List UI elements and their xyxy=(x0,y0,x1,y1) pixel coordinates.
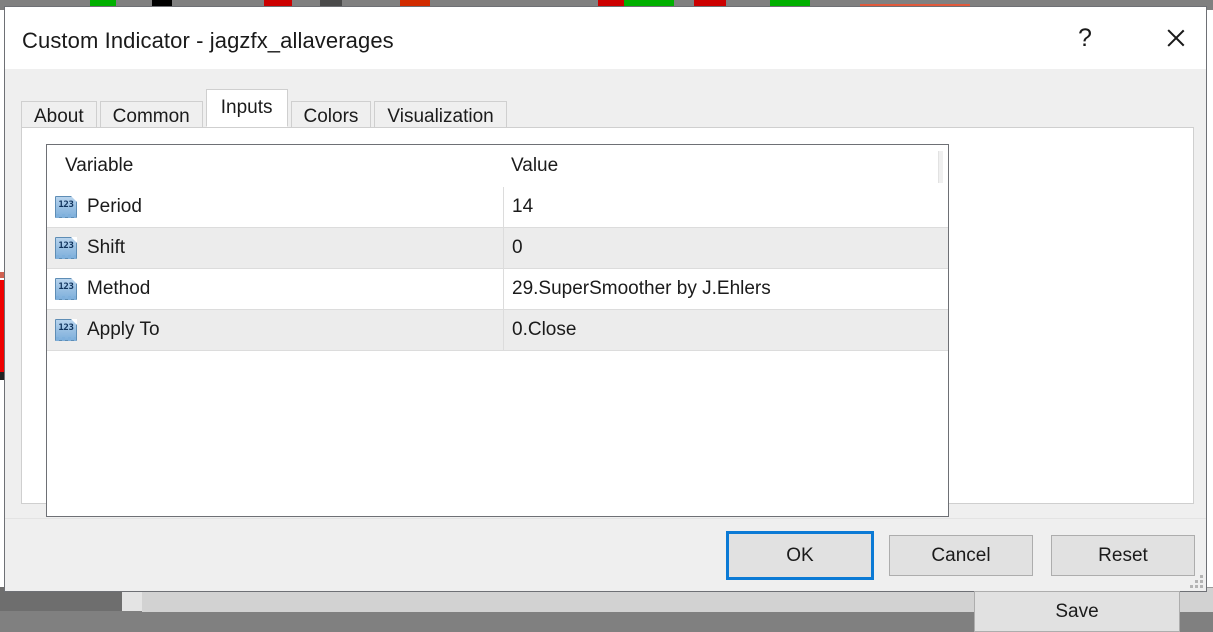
reset-button[interactable]: Reset xyxy=(1051,535,1195,576)
icon-torn-edge xyxy=(56,296,76,300)
icon-torn-edge xyxy=(56,255,76,259)
icon-digits: 123 xyxy=(56,241,76,252)
table-row[interactable]: 123 Shift 0 xyxy=(47,228,948,268)
variables-table: Variable Value 123 Period 14 xyxy=(46,144,949,517)
row-separator xyxy=(47,350,948,351)
column-header-variable: Variable xyxy=(47,155,503,177)
column-divider[interactable] xyxy=(503,145,504,186)
resize-grip[interactable] xyxy=(1189,575,1203,589)
icon-torn-edge xyxy=(56,214,76,218)
title-bar-buttons: ? xyxy=(1054,7,1206,69)
help-button[interactable]: ? xyxy=(1054,7,1116,69)
save-button[interactable]: Save xyxy=(974,591,1180,632)
row-value-cell[interactable]: 0.Close xyxy=(503,310,948,350)
cancel-button-label: Cancel xyxy=(931,545,990,567)
window-title: Custom Indicator - jagzfx_allaverages xyxy=(22,28,394,54)
row-value-cell[interactable]: 29.SuperSmoother by J.Ehlers xyxy=(503,269,948,309)
row-value-cell[interactable]: 14 xyxy=(503,187,948,227)
row-variable-label: Method xyxy=(87,278,150,300)
table-row[interactable]: 123 Method 29.SuperSmoother by J.Ehlers xyxy=(47,269,948,309)
ok-button[interactable]: OK xyxy=(726,531,874,580)
row-variable-label: Shift xyxy=(87,237,125,259)
question-mark-icon: ? xyxy=(1078,26,1092,51)
ok-button-label: OK xyxy=(786,545,813,567)
header-scroll-grip xyxy=(938,151,943,183)
cancel-button[interactable]: Cancel xyxy=(889,535,1033,576)
tab-label: Inputs xyxy=(221,97,273,119)
save-button-label: Save xyxy=(1055,601,1098,623)
tab-inputs[interactable]: Inputs xyxy=(206,89,288,127)
icon-digits: 123 xyxy=(56,323,76,334)
custom-indicator-dialog: Custom Indicator - jagzfx_allaverages ? … xyxy=(4,6,1207,592)
row-variable-label: Apply To xyxy=(87,319,160,341)
tab-strip: About Common Inputs Colors Visualization xyxy=(21,91,1194,127)
reset-button-label: Reset xyxy=(1098,545,1148,567)
numeric-input-icon: 123 xyxy=(55,237,77,259)
tab-label: About xyxy=(34,106,84,128)
numeric-input-icon: 123 xyxy=(55,319,77,341)
tab-label: Common xyxy=(113,106,190,128)
dialog-body: About Common Inputs Colors Visualization… xyxy=(5,69,1206,518)
icon-digits: 123 xyxy=(56,282,76,293)
row-variable-cell: 123 Method xyxy=(47,269,503,309)
close-icon xyxy=(1162,25,1188,51)
row-variable-label: Period xyxy=(87,196,142,218)
table-row[interactable]: 123 Period 14 xyxy=(47,187,948,227)
title-bar: Custom Indicator - jagzfx_allaverages ? xyxy=(5,7,1206,69)
row-value-cell[interactable]: 0 xyxy=(503,228,948,268)
table-row[interactable]: 123 Apply To 0.Close xyxy=(47,310,948,350)
icon-digits: 123 xyxy=(56,200,76,211)
close-button[interactable] xyxy=(1144,7,1206,69)
icon-torn-edge xyxy=(56,337,76,341)
table-header-row: Variable Value xyxy=(47,145,948,187)
inputs-tab-panel: Variable Value 123 Period 14 xyxy=(21,127,1194,504)
tab-label: Visualization xyxy=(387,106,493,128)
row-variable-cell: 123 Apply To xyxy=(47,310,503,350)
column-header-value: Value xyxy=(503,155,948,177)
dialog-button-bar: OK Cancel Reset xyxy=(5,518,1206,591)
numeric-input-icon: 123 xyxy=(55,196,77,218)
row-variable-cell: 123 Period xyxy=(47,187,503,227)
tab-label: Colors xyxy=(304,106,359,128)
numeric-input-icon: 123 xyxy=(55,278,77,300)
row-variable-cell: 123 Shift xyxy=(47,228,503,268)
